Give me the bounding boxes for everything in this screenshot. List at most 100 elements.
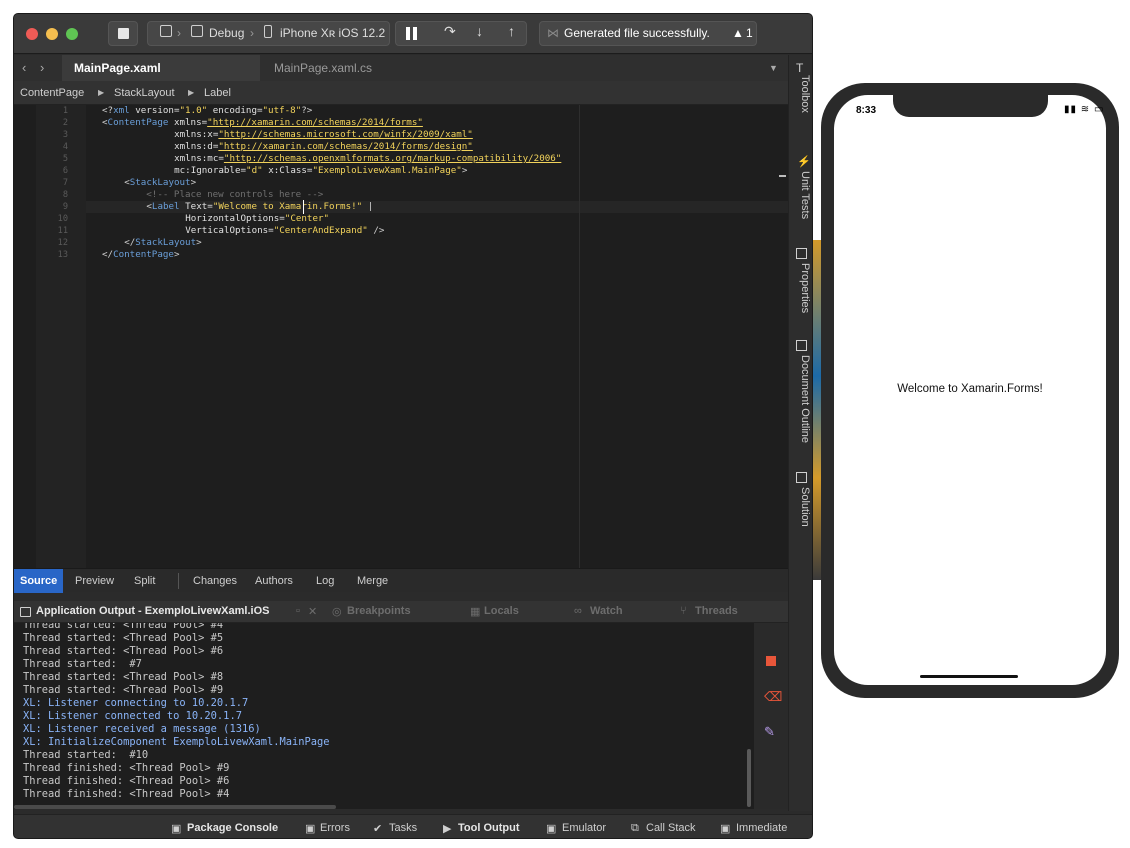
code-line: <Label Text="Welcome to Xamarin.Forms!" … [102, 201, 373, 213]
tab-mainpage-xaml[interactable]: MainPage.xaml [62, 55, 260, 81]
pad-solution[interactable]: Solution [793, 487, 811, 527]
stop-icon [118, 28, 129, 39]
zoom-window-button[interactable] [66, 28, 78, 40]
close-window-button[interactable] [26, 28, 38, 40]
code-token: ContentPage [107, 117, 169, 128]
tab-divider [178, 573, 179, 589]
code-token: "1.0" [179, 105, 208, 116]
tab-label: Authors [255, 575, 293, 587]
code-line: mc:Ignorable="d" x:Class="ExemploLivewXa… [102, 165, 467, 177]
pad-threads[interactable]: Threads [695, 605, 738, 617]
pad-unit-tests[interactable]: Unit Tests [793, 171, 811, 219]
pad-watch[interactable]: Watch [590, 605, 623, 617]
output-line: XL: Listener connected to 10.20.1.7 [23, 710, 242, 722]
stop-button[interactable] [108, 21, 138, 46]
line-number: 4 [62, 142, 68, 152]
code-editor[interactable]: 1 <?xml version="1.0" encoding="utf-8"?> 2… [14, 105, 788, 568]
tool-output-icon: ▶ [443, 823, 452, 835]
tab-mainpage-xaml-cs[interactable]: MainPage.xaml.cs [262, 55, 458, 81]
code-line: <StackLayout> [102, 177, 196, 189]
code-token: StackLayout [135, 237, 197, 248]
pause-icon[interactable] [406, 27, 410, 40]
breadcrumb-item[interactable]: Label [204, 87, 231, 99]
code-token: "d" [246, 165, 263, 176]
package-console-button[interactable]: Package Console [187, 822, 278, 834]
code-line: xmlns:mc="http://schemas.openxmlformats.… [102, 153, 561, 165]
code-token: ?> [301, 105, 313, 116]
breadcrumb-item[interactable]: StackLayout [114, 87, 175, 99]
target-device[interactable]: iPhone Xʀ iOS 12.2 [280, 26, 385, 40]
pin-icon[interactable]: ▫ [296, 605, 300, 617]
tab-source[interactable]: Source [14, 569, 64, 593]
home-indicator[interactable] [920, 675, 1018, 678]
code-token: > [461, 165, 468, 176]
tab-merge[interactable]: Merge [357, 569, 388, 593]
code-token: | [367, 201, 374, 212]
unit-tests-icon: ⚡ [797, 156, 811, 168]
pin-output-icon[interactable]: ✎ [764, 724, 775, 740]
code-token: xmlns= [173, 117, 208, 128]
minimize-window-button[interactable] [46, 28, 58, 40]
line-number: 12 [57, 238, 68, 248]
right-pad-bar: T Toolbox ⚡ Unit Tests Properties Docume… [788, 55, 812, 811]
pad-toolbox[interactable]: Toolbox [793, 75, 811, 113]
code-token: "http://xamarin.com/schemas/2014/forms/d… [218, 141, 473, 152]
immediate-icon: ▣ [720, 823, 731, 835]
nav-forward-icon[interactable]: › [40, 60, 44, 75]
output-line: Thread started: #7 [23, 658, 142, 670]
line-number: 5 [62, 154, 68, 164]
document-outline-icon [796, 340, 807, 351]
tab-changes[interactable]: Changes [193, 569, 237, 593]
close-icon[interactable]: ✕ [308, 605, 317, 618]
code-token: StackLayout [129, 177, 191, 188]
warning-icon[interactable]: ▲ [732, 26, 744, 40]
pad-locals[interactable]: Locals [484, 605, 519, 617]
immediate-button[interactable]: Immediate [736, 822, 787, 834]
pad-document-outline[interactable]: Document Outline [793, 355, 811, 443]
stop-output-icon[interactable] [766, 656, 776, 666]
glasses-icon: ∞ [574, 605, 582, 617]
tasks-button[interactable]: Tasks [389, 822, 417, 834]
tab-authors[interactable]: Authors [255, 569, 293, 593]
code-token: "utf-8" [262, 105, 302, 116]
pad-application-output[interactable]: Application Output - ExemploLivewXaml.iO… [36, 605, 269, 617]
step-into-icon[interactable]: ↓ [476, 23, 483, 39]
output-vertical-scrollbar[interactable] [747, 749, 751, 807]
breadcrumb-item[interactable]: ContentPage [20, 87, 84, 99]
call-stack-button[interactable]: Call Stack [646, 822, 696, 834]
tab-preview[interactable]: Preview [75, 569, 114, 593]
output-line: Thread finished: <Thread Pool> #6 [23, 775, 230, 787]
tab-label: Split [134, 575, 156, 587]
clear-output-icon[interactable]: ⌫ [764, 689, 782, 705]
tab-list-chevron-icon[interactable]: ▼ [769, 63, 778, 73]
application-output-log[interactable]: Thread started: <Thread Pool> #4 Thread s… [14, 623, 754, 809]
output-line: Thread started: <Thread Pool> #5 [23, 632, 224, 644]
threads-icon: ⑂ [680, 605, 687, 617]
code-token: "Welcome to Xamarin.Forms!" [212, 201, 363, 212]
code-token: "http://schemas.openxmlformats.org/marku… [223, 153, 562, 164]
code-token: x:Class= [268, 165, 313, 176]
solution-pad-icon [796, 472, 807, 483]
pad-properties[interactable]: Properties [793, 263, 811, 313]
pad-breakpoints[interactable]: Breakpoints [347, 605, 411, 617]
step-over-icon[interactable]: ↷ [444, 23, 456, 40]
line-number: 8 [62, 190, 68, 200]
emulator-button[interactable]: Emulator [562, 822, 606, 834]
errors-icon: ▣ [305, 823, 316, 835]
nav-back-icon[interactable]: ‹ [22, 60, 26, 75]
code-token: "http://schemas.microsoft.com/winfx/2009… [218, 129, 473, 140]
build-configuration[interactable]: Debug [209, 26, 244, 40]
code-token: > [196, 237, 202, 248]
column-guide [579, 105, 580, 568]
line-number: 7 [62, 178, 68, 188]
title-bar: › Debug › iPhone Xʀ iOS 12.2 ↷ ↓ ↑ ⋈ Gen… [14, 14, 812, 54]
tab-label: MainPage.xaml.cs [274, 61, 373, 75]
editor-view-tabs: Source Preview Split Changes Authors Log… [14, 568, 788, 593]
errors-button[interactable]: Errors [320, 822, 350, 834]
tab-split[interactable]: Split [134, 569, 155, 593]
tab-log[interactable]: Log [316, 569, 334, 593]
code-line: <?xml version="1.0" encoding="utf-8"?> [102, 105, 313, 116]
tool-output-button[interactable]: Tool Output [458, 822, 520, 834]
step-out-icon[interactable]: ↑ [508, 23, 515, 39]
output-horizontal-scrollbar[interactable] [14, 805, 336, 809]
